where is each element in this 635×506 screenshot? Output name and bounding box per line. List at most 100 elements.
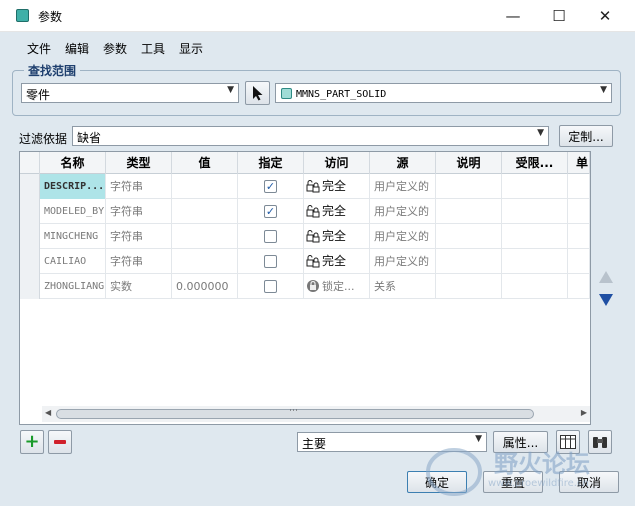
- maximize-button[interactable]: ☐: [536, 0, 582, 31]
- table-row[interactable]: MINGCHENG 字符串 完全 用户定义的: [20, 224, 590, 249]
- table-row[interactable]: CAILIAO 字符串 完全 用户定义的: [20, 249, 590, 274]
- scope-object-select[interactable]: MMNS_PART_SOLID ▼: [275, 83, 612, 103]
- cell-value[interactable]: 0.000000: [172, 274, 238, 299]
- cell-source[interactable]: 用户定义的: [370, 249, 436, 274]
- column-header-source[interactable]: 源: [370, 152, 436, 174]
- customize-button[interactable]: 定制...: [559, 125, 613, 147]
- reset-button[interactable]: 重置: [483, 471, 543, 493]
- access-text: 完全: [322, 179, 347, 193]
- cell-unit[interactable]: [568, 274, 590, 299]
- column-header-name[interactable]: 名称: [40, 152, 106, 174]
- cell-unit[interactable]: [568, 174, 590, 199]
- move-up-button[interactable]: [597, 268, 615, 286]
- ok-button[interactable]: 确定: [407, 471, 467, 493]
- row-header[interactable]: [20, 199, 40, 224]
- cell-designated[interactable]: ✓: [238, 199, 304, 224]
- designated-checkbox[interactable]: [264, 230, 277, 243]
- menu-display[interactable]: 显示: [179, 40, 203, 57]
- cell-designated[interactable]: ✓: [238, 174, 304, 199]
- column-header-designated[interactable]: 指定: [238, 152, 304, 174]
- designated-checkbox[interactable]: ✓: [264, 180, 277, 193]
- cell-type[interactable]: 字符串: [106, 224, 172, 249]
- find-button[interactable]: [588, 430, 612, 454]
- cell-access[interactable]: 完全: [304, 174, 370, 199]
- row-header[interactable]: [20, 249, 40, 274]
- menu-parameters[interactable]: 参数: [103, 40, 127, 57]
- table-columns-button[interactable]: [556, 430, 580, 454]
- add-parameter-button[interactable]: +: [20, 430, 44, 454]
- cell-source[interactable]: 用户定义的: [370, 199, 436, 224]
- cell-type[interactable]: 实数: [106, 274, 172, 299]
- table-row[interactable]: MODELED_BY 字符串 ✓ 完全 用户定义的: [20, 199, 590, 224]
- cell-type[interactable]: 字符串: [106, 249, 172, 274]
- close-button[interactable]: ✕: [582, 0, 628, 31]
- move-down-button[interactable]: [597, 291, 615, 309]
- cell-access[interactable]: 完全: [304, 199, 370, 224]
- cell-designated[interactable]: [238, 224, 304, 249]
- cell-designated[interactable]: [238, 274, 304, 299]
- select-object-button[interactable]: [245, 81, 270, 105]
- row-header[interactable]: [20, 274, 40, 299]
- filter-select[interactable]: 缺省 ▼: [72, 126, 549, 146]
- cell-source[interactable]: 关系: [370, 274, 436, 299]
- cell-description[interactable]: [436, 249, 502, 274]
- cell-restricted[interactable]: [502, 274, 568, 299]
- designated-checkbox[interactable]: ✓: [264, 205, 277, 218]
- cell-name[interactable]: DESCRIP...: [40, 174, 106, 199]
- cell-name[interactable]: MINGCHENG: [40, 224, 106, 249]
- cell-access[interactable]: 完全: [304, 249, 370, 274]
- cell-designated[interactable]: [238, 249, 304, 274]
- properties-button[interactable]: 属性...: [493, 431, 548, 453]
- cell-access[interactable]: 锁定...: [304, 274, 370, 299]
- column-header-restricted[interactable]: 受限...: [502, 152, 568, 174]
- cell-restricted[interactable]: [502, 199, 568, 224]
- table-row[interactable]: ZHONGLIANG 实数 0.000000 锁定... 关系: [20, 274, 590, 299]
- cell-description[interactable]: [436, 199, 502, 224]
- cell-value[interactable]: [172, 199, 238, 224]
- cell-name[interactable]: MODELED_BY: [40, 199, 106, 224]
- menu-file[interactable]: 文件: [27, 40, 51, 57]
- cell-type[interactable]: 字符串: [106, 199, 172, 224]
- designated-checkbox[interactable]: [264, 280, 277, 293]
- filter-label: 过滤依据: [19, 132, 68, 146]
- scroll-right-icon[interactable]: ▶: [581, 408, 587, 417]
- cell-restricted[interactable]: [502, 174, 568, 199]
- menu-tools[interactable]: 工具: [141, 40, 165, 57]
- scrollbar-thumb[interactable]: ⋯: [56, 406, 534, 419]
- row-header[interactable]: [20, 224, 40, 249]
- cell-value[interactable]: [172, 249, 238, 274]
- cell-source[interactable]: 用户定义的: [370, 224, 436, 249]
- designated-checkbox[interactable]: [264, 255, 277, 268]
- menu-edit[interactable]: 编辑: [65, 40, 89, 57]
- cell-name[interactable]: CAILIAO: [40, 249, 106, 274]
- cell-restricted[interactable]: [502, 249, 568, 274]
- cell-source[interactable]: 用户定义的: [370, 174, 436, 199]
- column-header-value[interactable]: 值: [172, 152, 238, 174]
- scope-type-select[interactable]: 零件 ▼: [21, 83, 239, 103]
- cancel-button[interactable]: 取消: [559, 471, 619, 493]
- cell-restricted[interactable]: [502, 224, 568, 249]
- cell-unit[interactable]: [568, 199, 590, 224]
- minimize-button[interactable]: —: [490, 0, 536, 31]
- cell-unit[interactable]: [568, 224, 590, 249]
- remove-parameter-button[interactable]: [48, 430, 72, 454]
- row-header[interactable]: [20, 174, 40, 199]
- main-select[interactable]: 主要 ▼: [297, 432, 487, 452]
- cell-description[interactable]: [436, 174, 502, 199]
- cell-type[interactable]: 字符串: [106, 174, 172, 199]
- cell-description[interactable]: [436, 224, 502, 249]
- table-row[interactable]: DESCRIP... 字符串 ✓ 完全 用户定义的: [20, 174, 590, 199]
- column-header-description[interactable]: 说明: [436, 152, 502, 174]
- column-header-unit[interactable]: 单: [568, 152, 590, 174]
- horizontal-scrollbar[interactable]: ◀ ⋯ ▶: [42, 406, 590, 422]
- cell-unit[interactable]: [568, 249, 590, 274]
- cell-name[interactable]: ZHONGLIANG: [40, 274, 106, 299]
- cell-value[interactable]: [172, 174, 238, 199]
- cell-access[interactable]: 完全: [304, 224, 370, 249]
- cell-value[interactable]: [172, 224, 238, 249]
- column-header-type[interactable]: 类型: [106, 152, 172, 174]
- cell-description[interactable]: [436, 274, 502, 299]
- column-header-access[interactable]: 访问: [304, 152, 370, 174]
- access-text: 完全: [322, 204, 347, 218]
- scroll-left-icon[interactable]: ◀: [45, 408, 51, 417]
